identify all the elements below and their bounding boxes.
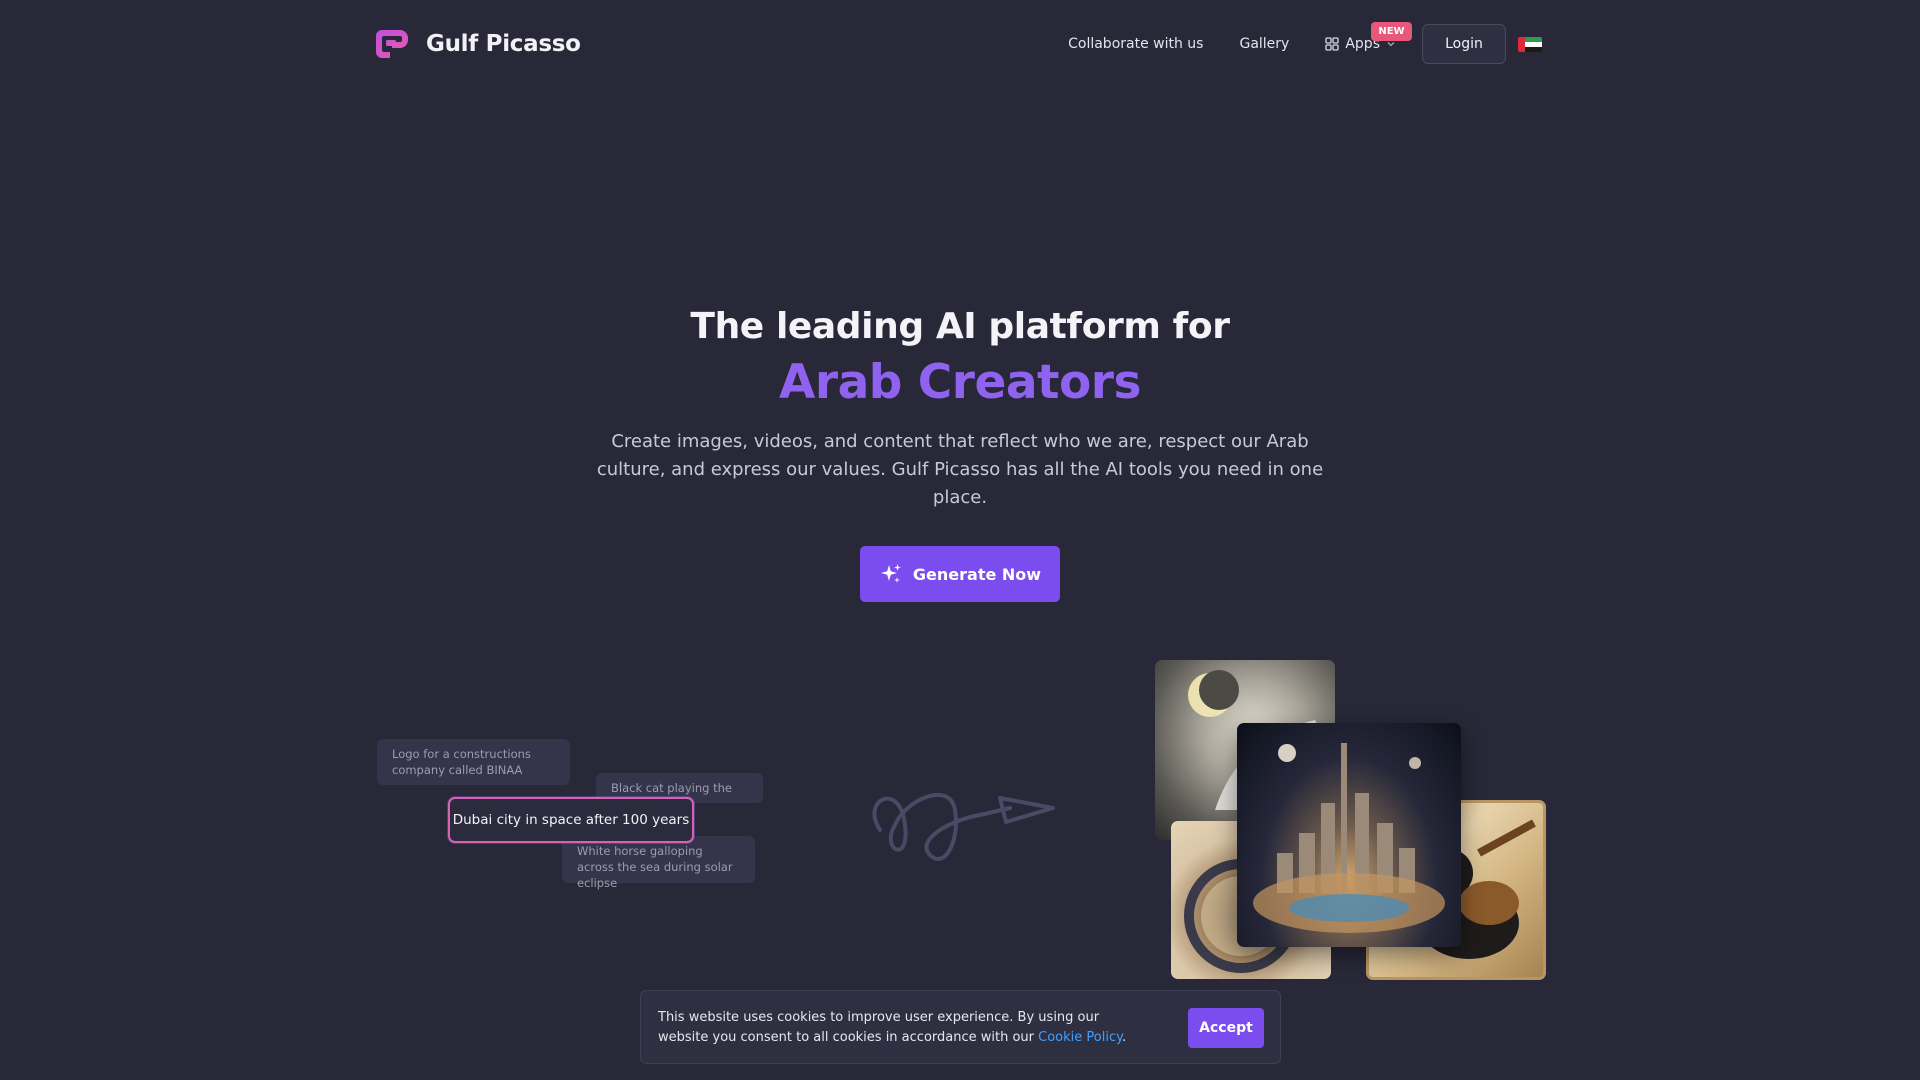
- cookie-policy-link[interactable]: Cookie Policy: [1038, 1030, 1122, 1045]
- sparkles-icon: [880, 564, 901, 583]
- prompt-chip-binaa-logo: Logo for a constructions company called …: [377, 739, 570, 785]
- uae-flag-icon[interactable]: [1518, 36, 1542, 52]
- new-badge: NEW: [1371, 22, 1412, 41]
- prompt-chip-active: Dubai city in space after 100 years: [448, 797, 694, 843]
- brand-name: Gulf Picasso: [426, 31, 581, 57]
- nav-collaborate[interactable]: Collaborate with us: [1068, 36, 1203, 52]
- nav-gallery[interactable]: Gallery: [1239, 36, 1289, 52]
- brand-logo[interactable]: Gulf Picasso: [374, 26, 581, 62]
- hero-section: The leading AI platform for Arab Creator…: [0, 306, 1920, 602]
- cookie-message: This website uses cookies to improve use…: [658, 1010, 1100, 1045]
- hero-accent-title: Arab Creators: [779, 355, 1141, 410]
- cookie-text: This website uses cookies to improve use…: [658, 1008, 1138, 1048]
- generate-now-button[interactable]: Generate Now: [860, 546, 1060, 602]
- apps-grid-icon: [1325, 37, 1339, 51]
- logo-mark-icon: [376, 30, 408, 58]
- accept-cookies-button[interactable]: Accept: [1188, 1008, 1264, 1048]
- main-nav: Collaborate with us Gallery Apps NEW Log…: [1068, 22, 1542, 64]
- scribble-arrow-icon: [872, 792, 1055, 861]
- login-button[interactable]: Login: [1422, 24, 1506, 64]
- site-header: Gulf Picasso Collaborate with us Gallery…: [0, 0, 1920, 88]
- dubai-space-city-image: [1237, 723, 1461, 947]
- prompt-chip-white-horse: White horse galloping across the sea dur…: [562, 836, 755, 890]
- cookie-banner: This website uses cookies to improve use…: [640, 990, 1281, 1064]
- cookie-period: .: [1121, 1030, 1127, 1045]
- hero-title: The leading AI platform for: [690, 306, 1230, 347]
- generate-now-label: Generate Now: [912, 564, 1042, 584]
- hero-subtitle: Create images, videos, and content that …: [596, 431, 1324, 508]
- nav-apps-dropdown[interactable]: Apps NEW: [1325, 22, 1412, 52]
